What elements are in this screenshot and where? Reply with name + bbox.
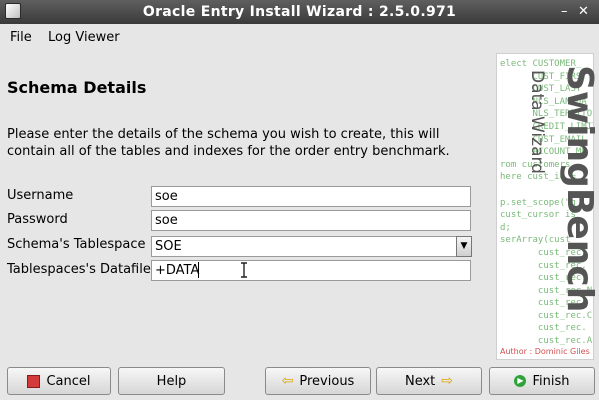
finish-button[interactable]: ▶ Finish bbox=[489, 367, 595, 395]
author-credit: Author : Dominic Giles bbox=[500, 347, 590, 356]
finish-label: Finish bbox=[532, 373, 570, 389]
ibeam-cursor-icon bbox=[241, 262, 247, 278]
stop-icon bbox=[27, 374, 41, 388]
cancel-label: Cancel bbox=[46, 373, 91, 389]
text-caret bbox=[198, 262, 199, 278]
minimize-button[interactable]: – bbox=[561, 4, 568, 20]
next-button[interactable]: Next ⇨ bbox=[376, 367, 482, 395]
window-title: Oracle Entry Install Wizard : 2.5.0.971 bbox=[142, 4, 457, 20]
page-heading: Schema Details bbox=[7, 78, 147, 97]
tablespace-label: Schema's Tablespace bbox=[7, 237, 146, 252]
help-button[interactable]: Help bbox=[118, 367, 225, 395]
datafile-label: Tablespaces's Datafile bbox=[7, 262, 151, 277]
brand-subtitle: Data Wizard bbox=[527, 70, 547, 174]
password-label: Password bbox=[7, 212, 68, 227]
password-input[interactable]: soe bbox=[151, 210, 471, 231]
close-button[interactable]: ✕ bbox=[578, 4, 589, 20]
play-icon: ▶ bbox=[514, 375, 527, 387]
chevron-down-icon[interactable]: ▼ bbox=[456, 236, 472, 257]
previous-label: Previous bbox=[299, 373, 355, 389]
previous-button[interactable]: ⇦ Previous bbox=[265, 367, 371, 395]
next-label: Next bbox=[404, 373, 436, 389]
tablespace-select[interactable]: SOE bbox=[151, 236, 457, 257]
username-label: Username bbox=[7, 188, 74, 203]
arrow-right-icon: ⇨ bbox=[441, 373, 454, 389]
help-label: Help bbox=[156, 373, 187, 389]
datafile-input[interactable]: +DATA bbox=[151, 260, 471, 281]
arrow-left-icon: ⇦ bbox=[281, 373, 294, 389]
cancel-button[interactable]: Cancel bbox=[7, 367, 111, 395]
page-description: Please enter the details of the schema y… bbox=[7, 127, 450, 159]
menu-file[interactable]: File bbox=[10, 30, 32, 46]
username-input[interactable]: soe bbox=[151, 186, 471, 207]
menu-log-viewer[interactable]: Log Viewer bbox=[48, 30, 120, 46]
brand-logo: SwingBench bbox=[559, 65, 599, 313]
